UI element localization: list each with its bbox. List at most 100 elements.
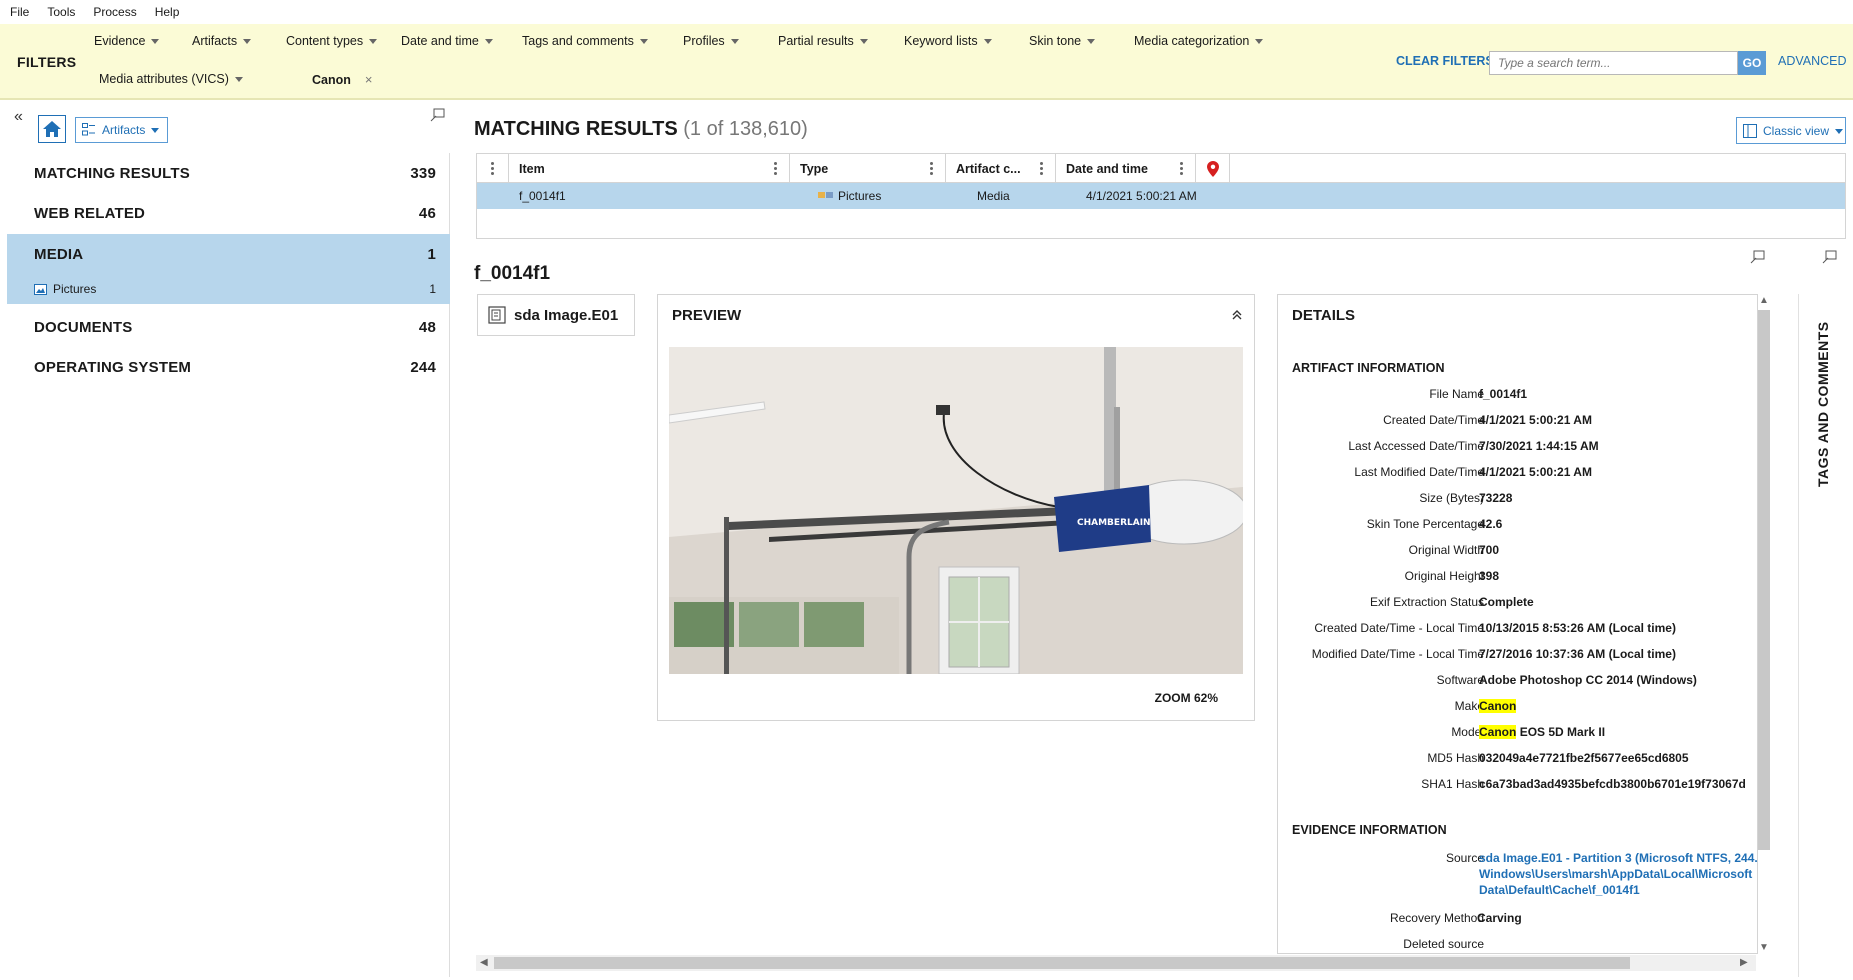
preview-panel: PREVIEW CHAMBERLAIN ZOOM 62% <box>657 294 1255 721</box>
category-media[interactable]: MEDIA 1 <box>7 234 450 274</box>
scroll-left-icon[interactable]: ◀ <box>480 957 488 968</box>
tags-and-comments-tab[interactable]: TAGS AND COMMENTS <box>1815 321 1831 487</box>
category-panel: MATCHING RESULTS 339 WEB RELATED 46 MEDIA 1… <box>7 153 450 977</box>
picture-icon <box>34 283 47 295</box>
detail-row: SHA1 Hash c6a73bad3ad4935befcdb3800b6701e… <box>1421 777 1746 791</box>
menu-bar: File Tools Process Help <box>0 0 1853 24</box>
filter-partial-results[interactable]: Partial results <box>778 34 868 48</box>
device-brand: CHAMBERLAIN <box>1077 518 1151 528</box>
detail-row: Size (Bytes) 73228 <box>1419 491 1513 505</box>
column-location[interactable] <box>1196 154 1230 183</box>
source-link[interactable]: sda Image.E01 - Partition 3 (Microsoft N… <box>1479 850 1757 898</box>
filter-media-attributes[interactable]: Media attributes (VICS) <box>99 72 243 86</box>
column-type[interactable]: Type <box>790 154 946 183</box>
disk-image-icon <box>488 306 506 324</box>
table-row[interactable]: f_0014f1 Pictures Media 4/1/2021 5:00:21… <box>477 183 1845 209</box>
more-vertical-icon <box>774 162 778 175</box>
filter-artifacts[interactable]: Artifacts <box>192 34 252 48</box>
details-scroll-thumb[interactable] <box>1758 310 1770 850</box>
chevron-down-icon <box>243 39 252 44</box>
view-mode-dropdown[interactable]: Classic view <box>1736 117 1846 144</box>
scroll-down-icon[interactable]: ▼ <box>1759 942 1769 953</box>
detail-row: Modified Date/Time - Local Time 7/27/2016… <box>1311 647 1676 661</box>
filter-skin-tone[interactable]: Skin tone <box>1029 34 1096 48</box>
detail-row: Recovery Method Carving <box>1389 911 1522 925</box>
collapse-icon[interactable] <box>1232 309 1242 324</box>
pictures-icon <box>818 192 833 198</box>
preview-title: PREVIEW <box>672 307 742 324</box>
menu-help[interactable]: Help <box>155 5 180 19</box>
advanced-search-link[interactable]: ADVANCED <box>1778 54 1847 68</box>
clear-filters-link[interactable]: CLEAR FILTERS <box>1396 54 1494 68</box>
detail-row-source: Source sda Image.E01 - Partition 3 (Micr… <box>1278 847 1757 899</box>
filter-media-categorization[interactable]: Media categorization <box>1134 34 1264 48</box>
detail-row: Skin Tone Percentage 42.6 <box>1366 517 1503 531</box>
category-operating-system[interactable]: OPERATING SYSTEM 244 <box>7 347 450 387</box>
filter-keyword-lists[interactable]: Keyword lists <box>904 34 992 48</box>
detail-row: Last Modified Date/Time 4/1/2021 5:00:21 … <box>1354 465 1592 479</box>
more-vertical-icon <box>930 162 934 175</box>
scope-dropdown[interactable]: Artifacts <box>75 117 168 143</box>
highlighted-make[interactable]: Canon <box>1479 699 1517 713</box>
close-icon[interactable]: × <box>365 72 373 87</box>
chevron-down-icon <box>983 39 992 44</box>
results-grid: Item Type Artifact c... Date and time f_… <box>476 153 1846 239</box>
column-date-and-time[interactable]: Date and time <box>1056 154 1196 183</box>
filter-profiles[interactable]: Profiles <box>683 34 739 48</box>
pin-icon[interactable] <box>1750 250 1766 267</box>
chevron-down-icon <box>1087 39 1096 44</box>
map-pin-icon <box>1206 160 1219 177</box>
chevron-down-icon <box>234 77 243 82</box>
detail-row: Original Height 398 <box>1404 569 1500 583</box>
filters-bar: FILTERS Evidence Artifacts Content types… <box>0 24 1853 100</box>
artifact-information-heading: ARTIFACT INFORMATION <box>1292 361 1445 375</box>
chevron-down-icon <box>484 39 493 44</box>
detail-row: Last Accessed Date/Time 7/30/2021 1:44:15… <box>1348 439 1599 453</box>
detail-row: Deleted source <box>1403 937 1484 951</box>
menu-process[interactable]: Process <box>93 5 136 19</box>
go-button[interactable]: GO <box>1738 51 1766 75</box>
scroll-right-icon[interactable]: ▶ <box>1740 957 1748 968</box>
category-web-related[interactable]: WEB RELATED 46 <box>7 193 450 233</box>
category-documents[interactable]: DOCUMENTS 48 <box>7 307 450 347</box>
details-title: DETAILS <box>1292 307 1356 324</box>
scroll-up-icon[interactable]: ▲ <box>1759 295 1769 306</box>
menu-file[interactable]: File <box>10 5 29 19</box>
pin-icon[interactable] <box>1822 250 1838 267</box>
pin-icon[interactable] <box>430 108 446 125</box>
cell-date-and-time: 4/1/2021 5:00:21 AM <box>1086 189 1197 203</box>
evidence-source-box[interactable]: sda Image.E01 <box>477 294 635 336</box>
filter-date-and-time[interactable]: Date and time <box>401 34 493 48</box>
preview-image[interactable]: CHAMBERLAIN <box>669 347 1243 674</box>
cell-artifact-category: Media <box>977 189 1010 203</box>
detail-row: Created Date/Time 4/1/2021 5:00:21 AM <box>1383 413 1592 427</box>
menu-tools[interactable]: Tools <box>47 5 75 19</box>
search-input[interactable] <box>1489 51 1738 75</box>
chevron-down-icon <box>1835 128 1844 134</box>
results-title: MATCHING RESULTS (1 of 138,610) <box>474 118 808 140</box>
filter-tags-and-comments[interactable]: Tags and comments <box>522 34 648 48</box>
evidence-information-heading: EVIDENCE INFORMATION <box>1292 823 1447 837</box>
filter-evidence[interactable]: Evidence <box>94 34 160 48</box>
chevron-down-icon <box>639 39 648 44</box>
detail-row: Software Adobe Photoshop CC 2014 (Windows… <box>1436 673 1697 687</box>
detail-row: Created Date/Time - Local Time 10/13/2015… <box>1314 621 1676 635</box>
column-menu[interactable] <box>477 154 509 183</box>
detail-row: Model Canon EOS 5D Mark II <box>1451 725 1606 739</box>
chevron-down-icon <box>859 39 868 44</box>
horizontal-scroll-thumb[interactable] <box>494 957 1630 969</box>
grid-header: Item Type Artifact c... Date and time <box>477 154 1845 183</box>
garage-photo: CHAMBERLAIN <box>669 347 1243 674</box>
detail-row: MD5 Hash 032049a4e7721fbe2f5677ee65cd6805 <box>1427 751 1689 765</box>
detail-row: Exif Extraction Status Complete <box>1369 595 1534 609</box>
active-filter-chip[interactable]: Canon × <box>312 72 372 87</box>
cell-type: Pictures <box>818 183 881 209</box>
filter-content-types[interactable]: Content types <box>286 34 378 48</box>
subcategory-pictures[interactable]: Pictures 1 <box>7 274 450 304</box>
detail-row: Make Canon <box>1454 699 1517 713</box>
home-button[interactable] <box>38 115 66 143</box>
category-matching-results[interactable]: MATCHING RESULTS 339 <box>7 153 450 193</box>
column-item[interactable]: Item <box>509 154 790 183</box>
column-artifact-category[interactable]: Artifact c... <box>946 154 1056 183</box>
collapse-panel-icon[interactable]: « <box>14 108 23 126</box>
